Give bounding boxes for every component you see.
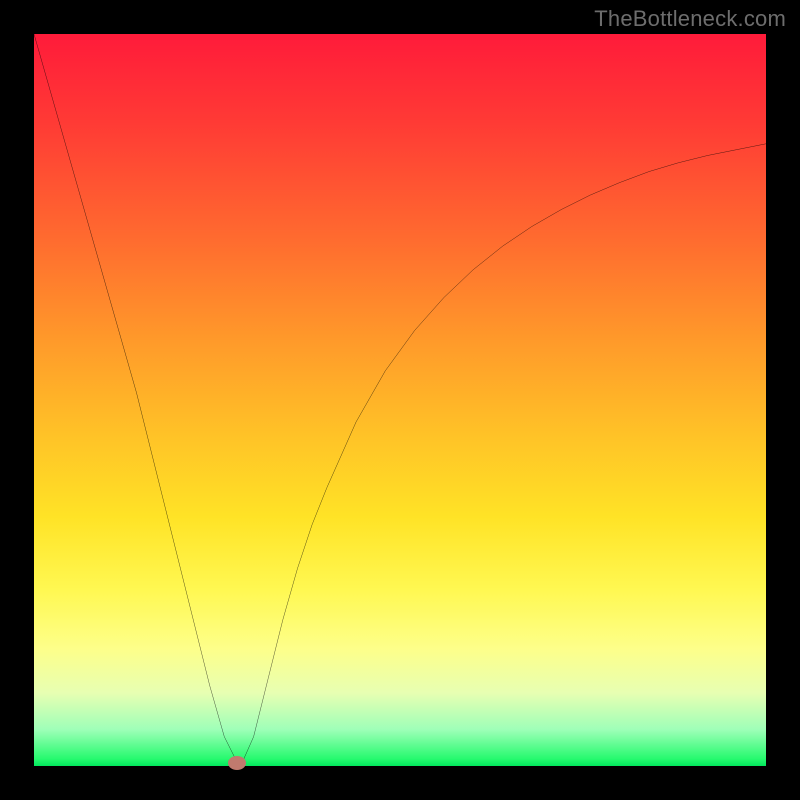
watermark-text: TheBottleneck.com [594,6,786,32]
optimum-marker [228,756,246,770]
bottleneck-curve [34,34,766,766]
plot-area [34,34,766,766]
chart-frame: TheBottleneck.com [0,0,800,800]
bottleneck-curve-line [34,34,766,763]
